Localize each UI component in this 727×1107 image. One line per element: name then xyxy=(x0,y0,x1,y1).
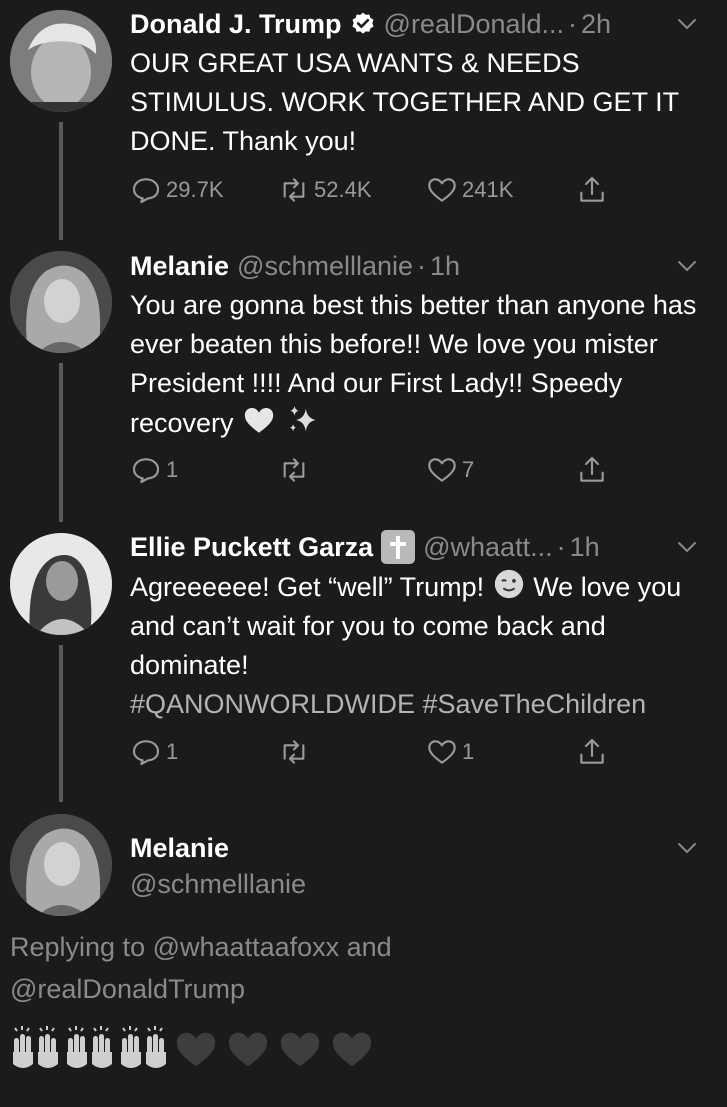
tweet-text-part: Agreeeeee! Get “well” Trump! xyxy=(130,572,485,602)
avatar[interactable] xyxy=(10,533,112,635)
black-heart-icon xyxy=(176,1032,216,1067)
sparkles-icon xyxy=(289,405,316,432)
reply-button[interactable]: 29.7K xyxy=(130,172,224,208)
thread-line xyxy=(59,645,63,802)
chevron-down-icon[interactable] xyxy=(675,836,699,860)
share-button[interactable] xyxy=(576,734,612,770)
winking-face-icon xyxy=(494,569,523,599)
white-heart-icon xyxy=(244,407,274,433)
author-name[interactable]: Melanie xyxy=(130,828,229,868)
retweet-button[interactable] xyxy=(278,734,314,770)
reply-button[interactable]: 1 xyxy=(130,452,178,488)
like-count: 7 xyxy=(462,457,475,482)
tweet-actions: 29.7K 52.4K 241K xyxy=(130,172,630,208)
heart-icon xyxy=(428,458,456,482)
reply-count: 29.7K xyxy=(166,177,224,202)
timestamp[interactable]: 1h xyxy=(430,246,460,286)
tweet-trump[interactable]: Donald J. Trump @realDonald... · 2h OUR … xyxy=(0,0,727,240)
avatar[interactable] xyxy=(10,10,112,112)
author-handle[interactable]: @whaatt... xyxy=(423,527,552,567)
black-heart-icon xyxy=(332,1032,372,1067)
tweet-text xyxy=(10,1024,380,1074)
raising-hands-icon xyxy=(13,1026,58,1068)
replying-to-user[interactable]: @realDonaldTrump xyxy=(10,974,245,1004)
author-handle[interactable]: @schmelllanie xyxy=(237,246,413,286)
avatar[interactable] xyxy=(10,251,112,353)
like-count: 241K xyxy=(462,177,514,202)
avatar[interactable] xyxy=(10,814,112,916)
chevron-down-icon[interactable] xyxy=(675,12,699,36)
thread-line xyxy=(59,363,63,522)
reply-icon xyxy=(132,178,160,204)
retweet-icon xyxy=(283,458,305,482)
replying-to-line: Replying to @whaattaafoxx and @realDonal… xyxy=(10,926,710,1010)
like-button[interactable]: 241K xyxy=(426,172,513,208)
timestamp[interactable]: 1h xyxy=(570,527,600,567)
replying-to-label: Replying to xyxy=(10,932,146,962)
replying-to-user[interactable]: @whaattaafoxx xyxy=(153,932,340,962)
raising-hands-icon xyxy=(67,1026,112,1068)
replying-to-and: and xyxy=(346,932,392,962)
separator-dot: · xyxy=(568,9,578,39)
tweet-text: OUR GREAT USA WANTS & NEEDS STIMULUS. WO… xyxy=(130,48,679,156)
tweet-text: You are gonna best this better than anyo… xyxy=(130,286,701,443)
author-name[interactable]: Donald J. Trump xyxy=(130,4,342,44)
share-icon xyxy=(580,738,604,764)
like-button[interactable]: 1 xyxy=(426,734,474,770)
heart-icon xyxy=(428,178,456,202)
tweet-text-content: You are gonna best this better than anyo… xyxy=(130,290,697,438)
thread-line xyxy=(59,122,63,240)
chevron-down-icon[interactable] xyxy=(675,254,699,278)
separator-dot: · xyxy=(556,532,566,562)
retweet-icon xyxy=(283,178,305,202)
separator-dot: · xyxy=(417,251,427,281)
reply-count: 1 xyxy=(166,457,179,482)
author-name[interactable]: Melanie xyxy=(130,246,229,286)
heart-icon xyxy=(428,740,456,764)
share-icon xyxy=(580,456,604,482)
tweet-actions: 1 1 xyxy=(130,734,630,770)
retweet-count: 52.4K xyxy=(314,177,372,202)
timestamp[interactable]: 2h xyxy=(581,4,611,44)
verified-icon xyxy=(352,12,374,34)
tweet-ellie[interactable]: Ellie Puckett Garza @whaatt... · 1h Agre… xyxy=(0,522,727,802)
black-heart-icon xyxy=(228,1032,268,1067)
reply-icon xyxy=(132,458,160,484)
hashtags[interactable]: #QANONWORLDWIDE #SaveTheChildren xyxy=(130,689,646,719)
tweet-melanie[interactable]: Melanie @schmelllanie · 1h You are gonna… xyxy=(0,240,727,522)
like-button[interactable]: 7 xyxy=(426,452,474,488)
share-icon xyxy=(580,176,604,202)
retweet-button[interactable] xyxy=(278,452,314,488)
like-count: 1 xyxy=(462,739,475,764)
author-handle[interactable]: @realDonald... xyxy=(384,4,565,44)
share-button[interactable] xyxy=(576,172,612,208)
reply-count: 1 xyxy=(166,739,179,764)
tweet-text: Agreeeeee! Get “well” Trump! We love you… xyxy=(130,567,701,724)
share-button[interactable] xyxy=(576,452,612,488)
chevron-down-icon[interactable] xyxy=(675,535,699,559)
black-heart-icon xyxy=(280,1032,320,1067)
latin-cross-icon xyxy=(381,530,416,564)
retweet-icon xyxy=(283,740,305,764)
author-name[interactable]: Ellie Puckett Garza xyxy=(130,527,373,567)
reply-icon xyxy=(132,740,160,766)
author-handle[interactable]: @schmelllanie xyxy=(130,864,306,904)
reply-button[interactable]: 1 xyxy=(130,734,178,770)
retweet-button[interactable]: 52.4K xyxy=(278,172,372,208)
raising-hands-icon xyxy=(121,1026,166,1068)
tweet-actions: 1 7 xyxy=(130,452,630,488)
